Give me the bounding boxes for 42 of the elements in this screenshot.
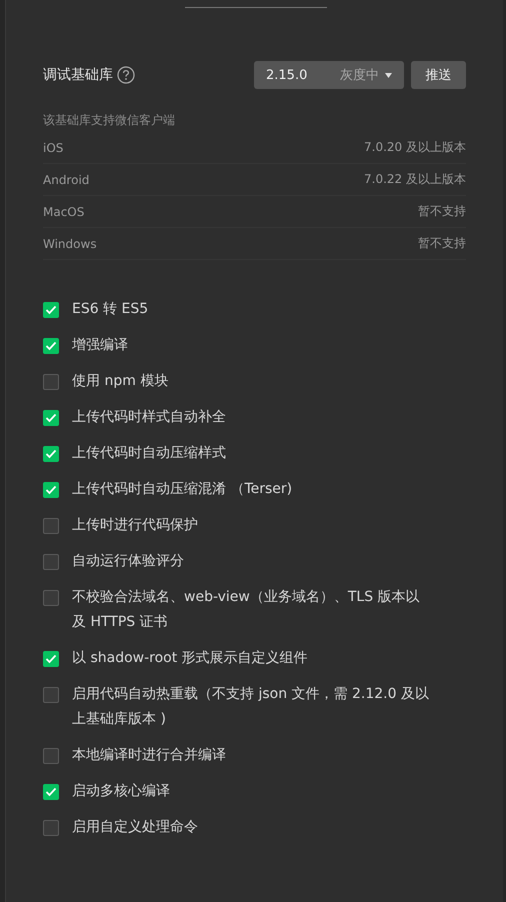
version-dropdown[interactable]: 2.15.0 灰度中 — [254, 61, 404, 89]
checkbox[interactable] — [43, 410, 59, 426]
push-button[interactable]: 推送 — [411, 61, 466, 89]
checkbox[interactable] — [43, 784, 59, 800]
checkbox[interactable] — [43, 590, 59, 606]
checkbox[interactable] — [43, 748, 59, 764]
checkbox[interactable] — [43, 374, 59, 390]
option-label: 使用 npm 模块 — [72, 372, 170, 391]
option-label: 上传代码时样式自动补全 — [72, 408, 227, 427]
platform-name: MacOS — [43, 204, 84, 218]
option-label: ES6 转 ES5 — [72, 300, 150, 319]
platform-name: iOS — [43, 140, 64, 154]
option-label: 上传代码时自动压缩混淆 （Terser) — [72, 480, 294, 499]
library-label: 调试基础库 — [43, 66, 113, 84]
checkbox[interactable] — [43, 338, 59, 354]
option-label: 自动运行体验评分 — [72, 552, 185, 571]
option-label: 启动多核心编译 — [72, 782, 171, 801]
option-label: 本地编译时进行合并编译 — [72, 746, 227, 765]
support-caption: 该基础库支持微信客户端 — [43, 112, 176, 129]
option-label: 启用自定义处理命令 — [72, 818, 199, 837]
caret-icon — [385, 72, 392, 78]
option-label: 增强编译 — [72, 336, 129, 355]
checkbox[interactable] — [43, 482, 59, 498]
version-requirement: 7.0.22 及以上版本 — [364, 171, 466, 188]
checkbox[interactable] — [43, 302, 59, 318]
checkbox[interactable] — [43, 651, 59, 667]
version-requirement: 7.0.20 及以上版本 — [364, 139, 466, 156]
platform-name: Windows — [43, 236, 97, 250]
checkbox[interactable] — [43, 518, 59, 534]
checkbox[interactable] — [43, 554, 59, 570]
option-label: 上传时进行代码保护 — [72, 516, 199, 535]
version-requirement: 暂不支持 — [418, 235, 466, 252]
platform-name: Android — [43, 172, 90, 186]
checkbox[interactable] — [43, 820, 59, 836]
option-label: 不校验合法域名、web-view（业务域名）、TLS 版本以及 HTTPS 证书 — [72, 588, 421, 632]
checkbox[interactable] — [43, 687, 59, 703]
version-requirement: 暂不支持 — [418, 203, 466, 220]
option-label: 以 shadow-root 形式展示自定义组件 — [72, 649, 309, 668]
checkbox[interactable] — [43, 446, 59, 462]
help-icon[interactable] — [117, 66, 135, 84]
option-label: 上传代码时自动压缩样式 — [72, 444, 227, 463]
option-label: 启用代码自动热重载（不支持 json 文件，需 2.12.0 及以上基础库版本 ) — [72, 685, 430, 729]
